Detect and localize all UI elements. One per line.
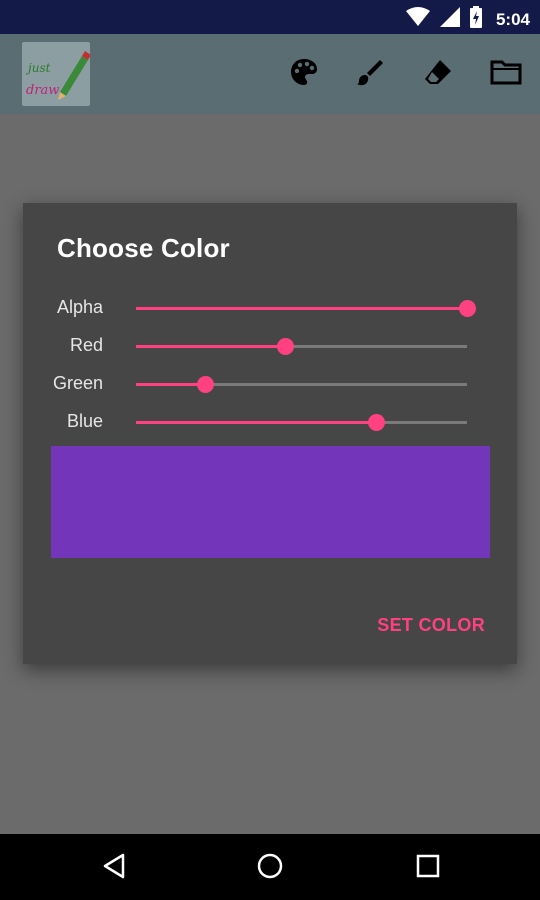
alpha-slider-thumb[interactable] [459, 300, 476, 317]
back-button[interactable] [96, 850, 132, 886]
recents-icon [415, 853, 441, 884]
wifi-icon [405, 7, 430, 32]
dialog-title: Choose Color [57, 233, 230, 263]
svg-text:just: just [25, 61, 51, 75]
green-slider[interactable] [136, 376, 467, 393]
home-button[interactable] [252, 850, 288, 886]
folder-button[interactable] [488, 56, 524, 92]
svg-text:draw: draw [26, 83, 59, 98]
slider-row-green: Green [23, 369, 517, 399]
palette-icon [289, 57, 319, 92]
slider-row-alpha: Alpha [23, 293, 517, 323]
palette-button[interactable] [286, 56, 322, 92]
navigation-bar [0, 834, 540, 900]
app-logo[interactable]: just draw [22, 42, 90, 106]
slider-row-blue: Blue [23, 407, 517, 437]
status-icons: 5:04 [405, 6, 530, 33]
brush-icon [355, 57, 385, 92]
slider-row-red: Red [23, 331, 517, 361]
eraser-icon [423, 57, 453, 92]
eraser-button[interactable] [420, 56, 456, 92]
alpha-slider[interactable] [136, 300, 476, 317]
battery-charging-icon [469, 6, 482, 33]
choose-color-dialog: Choose Color Alpha Red Green Blue SET CO… [23, 203, 517, 664]
red-slider[interactable] [136, 338, 467, 355]
blue-slider-fill [136, 421, 377, 424]
status-bar: 5:04 [0, 0, 540, 34]
red-slider-fill [136, 345, 286, 348]
blue-slider-thumb[interactable] [368, 414, 386, 431]
green-slider-fill [136, 383, 205, 386]
app-bar: just draw [0, 34, 540, 114]
blue-slider[interactable] [136, 414, 467, 431]
brush-button[interactable] [352, 56, 388, 92]
recents-button[interactable] [410, 850, 446, 886]
alpha-label: Alpha [56, 297, 103, 317]
back-icon [101, 852, 127, 885]
folder-icon [490, 58, 522, 91]
alpha-slider-fill [136, 307, 467, 310]
red-slider-thumb[interactable] [277, 338, 295, 355]
red-label: Red [69, 335, 103, 355]
set-color-button[interactable]: SET COLOR [377, 615, 485, 636]
home-icon [256, 852, 284, 885]
status-time: 5:04 [495, 9, 530, 29]
green-label: Green [52, 373, 103, 393]
green-slider-thumb[interactable] [196, 376, 214, 393]
signal-icon [439, 7, 460, 32]
color-preview [51, 446, 490, 558]
blue-label: Blue [66, 411, 103, 431]
